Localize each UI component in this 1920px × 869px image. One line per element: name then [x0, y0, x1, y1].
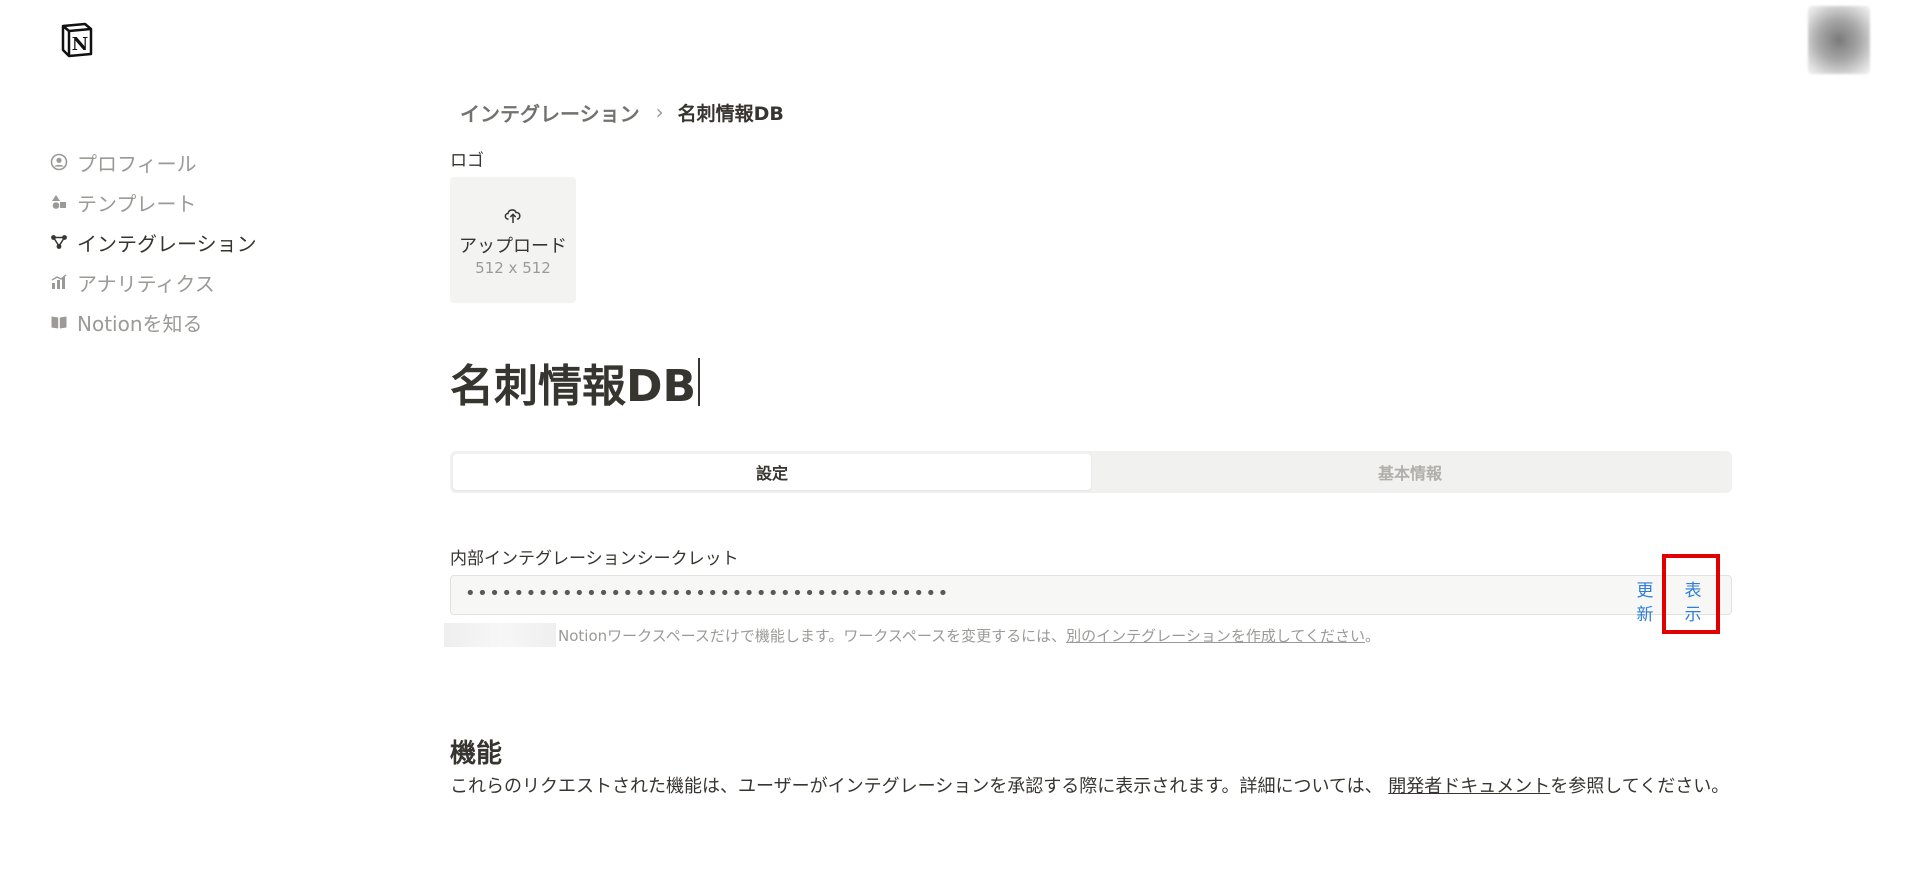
sidebar-item-integrations[interactable]: インテグレーション [50, 222, 310, 262]
upload-size-hint: 512 x 512 [475, 258, 551, 277]
analytics-icon [50, 273, 68, 291]
secret-field[interactable]: ••••••••••••••••••••••••••••••••••••••••… [450, 575, 1732, 625]
secret-helper-text: Notionワークスペースだけで機能します。ワークスペースを変更するには、別のイ… [558, 627, 1380, 645]
breadcrumb: インテグレーション › 名刺情報DB [460, 97, 784, 127]
tab-basic-info[interactable]: 基本情報 [1091, 454, 1729, 490]
breadcrumb-integrations-link[interactable]: インテグレーション [460, 98, 640, 127]
page-title: 名刺情報DB [450, 361, 697, 412]
sidebar: プロフィール テンプレート インテグレーション アナリティクス Notionを知… [50, 142, 310, 342]
upload-label: アップロード [459, 235, 567, 257]
book-icon [50, 313, 68, 331]
logo-label: ロゴ [450, 151, 484, 171]
sidebar-item-label: テンプレート [77, 191, 197, 216]
secret-label: 内部インテグレーションシークレット [450, 549, 739, 569]
create-integration-link[interactable]: 別のインテグレーションを作成してください [1066, 627, 1365, 645]
logo-upload-button[interactable]: アップロード 512 x 512 [450, 177, 576, 303]
cloud-upload-icon [502, 204, 524, 230]
chevron-right-icon: › [655, 100, 664, 124]
capabilities-heading: 機能 [450, 739, 503, 769]
tab-settings[interactable]: 設定 [453, 454, 1091, 490]
sidebar-item-label: Notionを知る [77, 311, 203, 336]
developer-docs-link[interactable]: 開発者ドキュメント [1388, 776, 1550, 797]
sidebar-item-learn-notion[interactable]: Notionを知る [50, 302, 310, 342]
shapes-icon [50, 193, 68, 211]
user-avatar[interactable] [1808, 6, 1870, 74]
redacted-workspace-name [444, 623, 556, 647]
sidebar-item-analytics[interactable]: アナリティクス [50, 262, 310, 302]
tab-bar: 設定 基本情報 [450, 451, 1732, 493]
sidebar-item-profile[interactable]: プロフィール [50, 142, 310, 182]
sidebar-item-label: アナリティクス [77, 271, 215, 296]
user-circle-icon [50, 153, 68, 171]
secret-masked-value: •••••••••••••••••••••••••••••••••••••••• [465, 583, 950, 604]
integration-icon [50, 233, 68, 251]
notion-logo-icon[interactable]: N [57, 20, 97, 60]
text-cursor [698, 358, 701, 406]
sidebar-item-templates[interactable]: テンプレート [50, 182, 310, 222]
refresh-secret-button[interactable]: 更新 [1633, 579, 1657, 627]
sidebar-item-label: インテグレーション [77, 231, 257, 256]
svg-text:N: N [72, 34, 88, 55]
capabilities-description: これらのリクエストされた機能は、ユーザーがインテグレーションを承認する際に表示さ… [450, 776, 1730, 797]
sidebar-item-label: プロフィール [77, 151, 197, 176]
highlight-annotation [1662, 554, 1720, 634]
breadcrumb-current: 名刺情報DB [677, 102, 784, 125]
integration-name-input[interactable]: 名刺情報DB [450, 350, 701, 414]
